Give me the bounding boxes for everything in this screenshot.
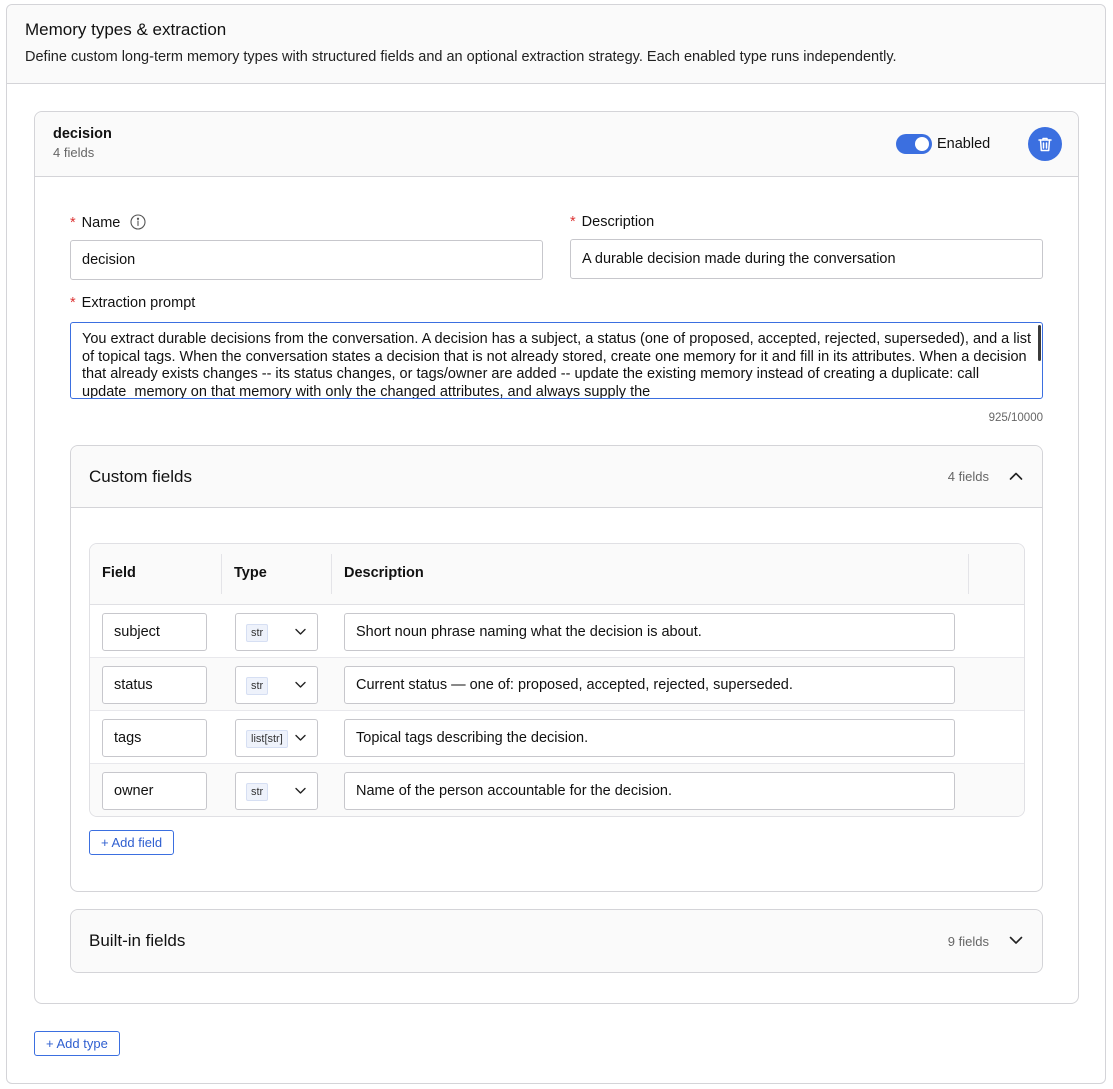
enabled-label: Enabled xyxy=(937,136,991,152)
type-tag: list[str] xyxy=(246,730,288,748)
name-label: * Name xyxy=(70,214,146,231)
info-icon[interactable] xyxy=(130,214,146,230)
field-description-input[interactable] xyxy=(344,719,955,757)
required-mark: * xyxy=(70,215,76,231)
chevron-down-icon xyxy=(295,787,306,794)
toggle-knob xyxy=(915,137,929,151)
required-mark: * xyxy=(570,214,576,230)
panel-title: Memory types & extraction xyxy=(25,20,227,39)
custom-fields-title: Custom fields xyxy=(89,466,192,486)
field-type-select[interactable]: str xyxy=(235,772,318,810)
prompt-label: * Extraction prompt xyxy=(70,295,195,311)
builtin-fields-title: Built-in fields xyxy=(89,931,186,950)
textarea-scrollbar[interactable] xyxy=(1038,325,1041,361)
trash-icon xyxy=(1038,137,1052,151)
column-header-field: Field xyxy=(102,565,136,581)
builtin-fields-header[interactable]: Built-in fields 9 fields xyxy=(71,910,1042,972)
required-mark: * xyxy=(70,295,76,311)
builtin-fields-count: 9 fields xyxy=(947,933,989,949)
add-field-button[interactable]: + Add field xyxy=(89,830,175,855)
field-type-select[interactable]: str xyxy=(235,613,318,651)
enabled-toggle[interactable] xyxy=(896,134,932,154)
panel-header: Memory types & extraction Define custom … xyxy=(7,5,1105,84)
column-header-type: Type xyxy=(234,565,267,581)
type-tag: str xyxy=(246,677,269,695)
table-row: str xyxy=(90,605,1024,658)
column-divider xyxy=(968,554,969,594)
chevron-up-icon[interactable] xyxy=(1008,468,1024,484)
prompt-label-text: Extraction prompt xyxy=(81,295,196,311)
table-header: Field Type Description xyxy=(90,544,1024,605)
prompt-char-count: 925/10000 xyxy=(988,412,1043,424)
custom-fields-count: 4 fields xyxy=(947,469,989,484)
name-input[interactable] xyxy=(70,240,543,280)
column-header-description: Description xyxy=(344,565,424,581)
chevron-down-icon xyxy=(295,734,306,741)
chevron-down-icon xyxy=(295,681,306,688)
field-name-input[interactable] xyxy=(102,666,207,704)
field-type-select[interactable]: str xyxy=(235,666,318,704)
type-tag: str xyxy=(246,783,269,801)
memory-type-card: decision 4 fields Enabled * Name * Descrip… xyxy=(34,111,1079,1004)
panel-description: Define custom long-term memory types wit… xyxy=(25,49,897,65)
chevron-down-icon xyxy=(295,628,306,635)
field-description-input[interactable] xyxy=(344,666,955,704)
memory-types-panel: Memory types & extraction Define custom … xyxy=(6,4,1106,1084)
field-description-input[interactable] xyxy=(344,613,955,651)
builtin-fields-section: Built-in fields 9 fields xyxy=(70,909,1043,973)
add-type-button[interactable]: + Add type xyxy=(34,1031,120,1056)
custom-fields-section: Custom fields 4 fields Field Type Descri… xyxy=(70,445,1043,892)
column-divider xyxy=(331,554,332,594)
column-divider xyxy=(221,554,222,594)
type-tag: str xyxy=(246,624,269,642)
enabled-toggle-wrap: Enabled xyxy=(896,134,990,154)
field-name-input[interactable] xyxy=(102,719,207,757)
description-label-text: Description xyxy=(581,214,655,230)
table-row: str xyxy=(90,658,1024,711)
delete-type-button[interactable] xyxy=(1028,127,1062,161)
memory-type-header[interactable]: decision 4 fields Enabled xyxy=(35,112,1078,177)
field-description-input[interactable] xyxy=(344,772,955,810)
name-label-text: Name xyxy=(81,215,121,231)
custom-fields-header[interactable]: Custom fields 4 fields xyxy=(71,446,1042,508)
table-row: str xyxy=(90,764,1024,816)
description-input[interactable] xyxy=(570,239,1043,279)
description-label: * Description xyxy=(570,214,654,230)
field-name-input[interactable] xyxy=(102,613,207,651)
field-name-input[interactable] xyxy=(102,772,207,810)
extraction-prompt-textarea[interactable]: You extract durable decisions from the c… xyxy=(70,322,1043,399)
table-row: list[str] xyxy=(90,711,1024,764)
field-type-select[interactable]: list[str] xyxy=(235,719,318,757)
custom-fields-table: Field Type Description str xyxy=(89,543,1025,817)
chevron-down-icon[interactable] xyxy=(1008,932,1024,948)
